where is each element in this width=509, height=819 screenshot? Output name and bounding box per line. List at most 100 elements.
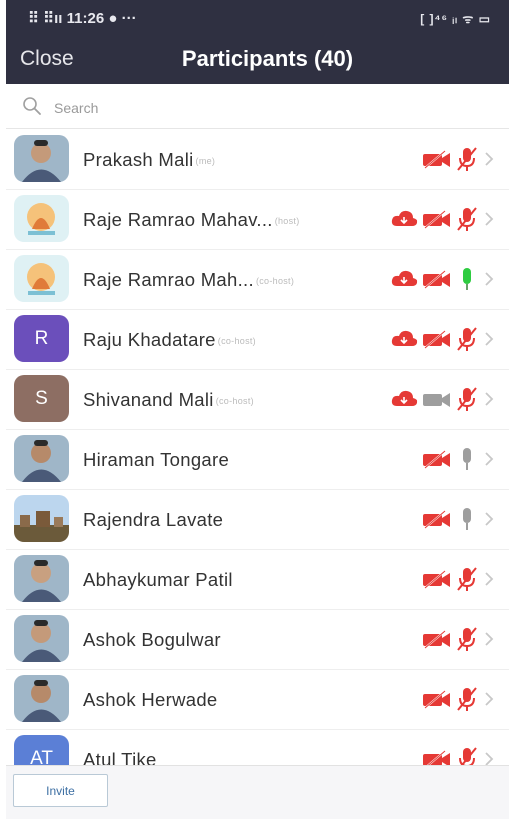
participant-name-text: Atul Tike: [83, 749, 157, 765]
status-left: ⠿ ⠿ıı 11:26 ● ···: [28, 10, 137, 27]
chevron-right-icon: [485, 152, 494, 166]
video-off-icon: [423, 270, 450, 289]
cloud-record-icon: [391, 390, 418, 406]
participant-role: (me): [195, 156, 216, 167]
avatar: [14, 615, 69, 662]
participant-name-text: Shivanand Mali: [83, 389, 214, 410]
cloud-record-icon: [391, 210, 418, 226]
mic-icon: [463, 508, 471, 530]
chevron-right-icon: [485, 692, 494, 706]
avatar: R: [14, 315, 69, 362]
participant-name-text: Prakash Mali: [83, 149, 194, 170]
avatar: [14, 675, 69, 722]
avatar-initials: AT: [30, 747, 53, 766]
mic-muted-icon: [457, 207, 477, 231]
avatar: [14, 135, 69, 182]
participant-name-text: Raje Ramrao Mahav...: [83, 209, 273, 230]
cloud-record-icon: [391, 330, 418, 346]
participant-status-icons: [389, 207, 497, 231]
video-off-icon: [423, 750, 450, 765]
video-icon: [423, 393, 450, 407]
participant-name: Raje Ramrao Mah... (co-host): [83, 269, 294, 291]
mic-muted-icon: [457, 567, 477, 591]
chevron-right-icon: [485, 392, 494, 406]
search-input[interactable]: [52, 94, 476, 122]
page-title: Participants (40): [181, 46, 354, 71]
participant-status-icons: [421, 627, 497, 651]
chevron-right-icon: [485, 752, 494, 765]
video-off-icon: [423, 510, 450, 529]
participant-row[interactable]: S Shivanand Mali (co-host): [6, 370, 509, 430]
participant-row[interactable]: Hiraman Tongare: [6, 430, 509, 490]
participant-row[interactable]: Ashok Bogulwar: [6, 610, 509, 670]
avatar: [14, 255, 69, 302]
participant-row[interactable]: Raje Ramrao Mah... (co-host): [6, 250, 509, 310]
participant-name: Hiraman Tongare: [83, 449, 231, 471]
participant-name: Atul Tike: [83, 749, 159, 765]
status-bar: ⠿ ⠿ıı 11:26 ● ··· [ ]⁴⁶ ᵢₗ ᯤ ▭: [6, 0, 509, 36]
participant-row[interactable]: R Raju Khadatare (co-host): [6, 310, 509, 370]
participant-row[interactable]: Raje Ramrao Mahav... (host): [6, 190, 509, 250]
participant-name: Rajendra Lavate: [83, 509, 225, 531]
participant-role: (host): [274, 216, 300, 227]
participant-name: Raju Khadatare (co-host): [83, 329, 256, 351]
participant-name-text: Hiraman Tongare: [83, 449, 230, 470]
mic-active-icon: [463, 268, 471, 290]
video-off-icon: [423, 570, 450, 589]
participant-name: Prakash Mali (me): [83, 149, 215, 171]
mic-muted-icon: [457, 687, 477, 711]
mic-muted-icon: [457, 387, 477, 411]
participant-name: Ashok Herwade: [83, 689, 220, 711]
participant-name-text: Ashok Bogulwar: [83, 629, 221, 650]
avatar: [14, 435, 69, 482]
video-off-icon: [423, 210, 450, 229]
participant-name-text: Abhaykumar Patil: [83, 569, 233, 590]
participant-status-icons: [389, 327, 497, 351]
participant-status-icons: [421, 687, 497, 711]
avatar: [14, 555, 69, 602]
avatar: AT: [14, 735, 69, 765]
bottom-bar: Invite: [6, 765, 509, 819]
video-off-icon: [423, 690, 450, 709]
avatar: S: [14, 375, 69, 422]
avatar-initials: S: [35, 387, 48, 409]
participant-role: (co-host): [217, 336, 256, 347]
participant-status-icons: [421, 147, 497, 171]
participant-name-text: Ashok Herwade: [83, 689, 218, 710]
participant-status-icons: [389, 387, 497, 411]
mic-muted-icon: [457, 147, 477, 171]
chevron-right-icon: [485, 332, 494, 346]
participant-name: Abhaykumar Patil: [83, 569, 235, 591]
avatar: [14, 195, 69, 242]
participant-row[interactable]: AT Atul Tike: [6, 730, 509, 765]
participant-row[interactable]: Abhaykumar Patil: [6, 550, 509, 610]
participant-list: Prakash Mali (me) Raje Ramrao Mahav... (hos…: [6, 130, 509, 765]
mic-muted-icon: [457, 627, 477, 651]
search-icon: [23, 97, 41, 115]
participant-name-text: Rajendra Lavate: [83, 509, 224, 530]
participant-row[interactable]: Prakash Mali (me): [6, 130, 509, 190]
participant-status-icons: [421, 567, 497, 591]
avatar: [14, 495, 69, 542]
participant-row[interactable]: Ashok Herwade: [6, 670, 509, 730]
chevron-right-icon: [485, 212, 494, 226]
participant-name: Shivanand Mali (co-host): [83, 389, 254, 411]
participant-name: Ashok Bogulwar: [83, 629, 223, 651]
chevron-right-icon: [485, 632, 494, 646]
participant-row[interactable]: Rajendra Lavate: [6, 490, 509, 550]
chevron-right-icon: [485, 452, 494, 466]
participant-name-text: Raje Ramrao Mah...: [83, 269, 254, 290]
mic-icon: [463, 448, 471, 470]
video-off-icon: [423, 150, 450, 169]
invite-button[interactable]: Invite: [13, 774, 108, 807]
video-off-icon: [423, 450, 450, 469]
participant-role: (co-host): [215, 396, 254, 407]
participant-name: Raje Ramrao Mahav... (host): [83, 209, 300, 231]
cloud-record-icon: [391, 270, 418, 286]
participant-name-text: Raju Khadatare: [83, 329, 216, 350]
mic-muted-icon: [457, 327, 477, 351]
mic-muted-icon: [459, 747, 477, 765]
video-off-icon: [423, 630, 450, 649]
video-off-icon: [423, 330, 450, 349]
top-bar: ⠿ ⠿ıı 11:26 ● ··· [ ]⁴⁶ ᵢₗ ᯤ ▭ Close Par…: [6, 0, 509, 84]
